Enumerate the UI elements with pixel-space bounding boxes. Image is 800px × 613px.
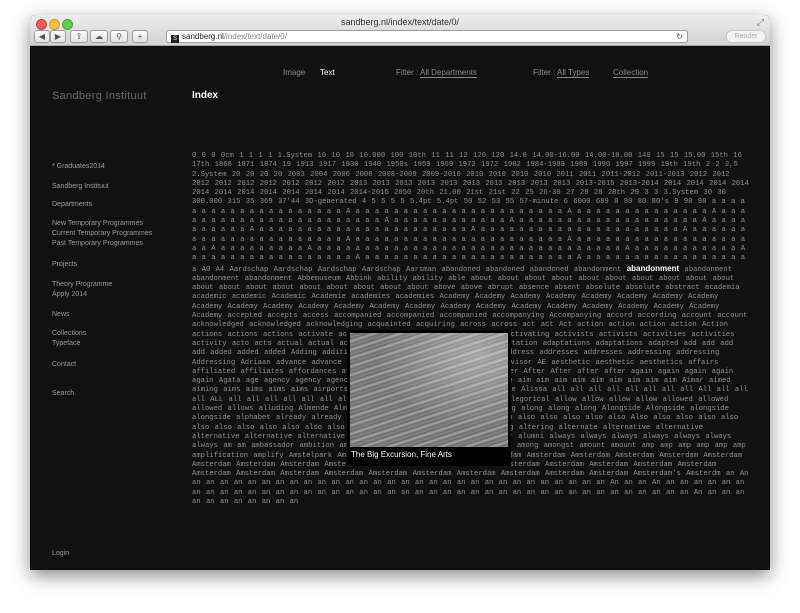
department-filter-label: Filter : (396, 68, 421, 77)
back-button[interactable]: ◀ (34, 30, 50, 43)
browser-toolbar: ◀ ▶ ⇪ ☁ ⚲ + Ssandberg.nl/index/text/date… (34, 30, 766, 43)
highlighted-word[interactable]: abandonment (627, 264, 679, 273)
sidebar-item-graduates[interactable]: * Graduates2014 (52, 163, 105, 170)
department-filter[interactable]: Filter : All Departments (396, 68, 477, 78)
window-title: sandberg.nl/index/text/date/0/ (340, 17, 460, 27)
site-favicon-icon: S (171, 35, 179, 43)
page-content: Image Text Filter : All Departments Filt… (30, 46, 770, 570)
hover-preview[interactable]: The Big Excursion, Fine Arts (347, 330, 511, 466)
address-bar[interactable]: Ssandberg.nl/index/text/date/0/ ↻ (166, 30, 688, 43)
sidebar-item-collections[interactable]: Collections (52, 330, 86, 337)
type-filter-value[interactable]: All Types (557, 68, 590, 78)
fullscreen-icon[interactable]: ⤢ (757, 17, 764, 28)
bookmark-tool-button[interactable]: ⚲ (110, 30, 128, 43)
view-text-link[interactable]: Text (320, 68, 335, 77)
sidebar-item-news[interactable]: News (52, 311, 70, 318)
sidebar-item-apply[interactable]: Apply 2014 (52, 291, 87, 298)
reader-button[interactable]: Reader (726, 30, 766, 43)
word-list-before[interactable]: 0 0 0 0cm 1 1 1 1 1.System 10 10 10 10.0… (192, 152, 749, 274)
forward-button[interactable]: ▶ (50, 30, 66, 43)
sidebar-item-past-temporary[interactable]: Past Temporary Programmes (52, 240, 143, 247)
preview-image[interactable] (350, 333, 508, 447)
sidebar-item-contact[interactable]: Contact (52, 361, 76, 368)
share-button[interactable]: ⇪ (70, 30, 88, 43)
top-navigation: Image Text Filter : All Departments Filt… (30, 68, 770, 82)
sidebar-item-theory[interactable]: Theory Programme (52, 281, 112, 288)
page-title: Index (192, 90, 219, 101)
reload-icon[interactable]: ↻ (676, 31, 683, 42)
sidebar-item-search[interactable]: Search (52, 390, 74, 397)
preview-caption: The Big Excursion, Fine Arts (351, 450, 452, 459)
department-filter-value[interactable]: All Departments (420, 68, 477, 78)
sidebar-item-current-temporary[interactable]: Current Temporary Programmes (52, 230, 152, 237)
site-logo[interactable]: Sandberg Instituut (52, 90, 147, 102)
sidebar-item-typeface[interactable]: Typeface (52, 340, 80, 347)
sidebar-item-new-temporary[interactable]: New Temporary Programmes (52, 220, 143, 227)
type-filter[interactable]: Filter : All Types (533, 68, 590, 78)
icloud-button[interactable]: ☁ (90, 30, 108, 43)
view-image-link[interactable]: Image (283, 68, 305, 77)
url-path: /index/text/date/0/ (223, 32, 287, 41)
browser-titlebar: sandberg.nl/index/text/date/0/ ⤢ ◀ ▶ ⇪ ☁… (30, 15, 770, 46)
browser-window: sandberg.nl/index/text/date/0/ ⤢ ◀ ▶ ⇪ ☁… (30, 15, 770, 570)
sidebar-item-projects[interactable]: Projects (52, 261, 77, 268)
url-domain: sandberg.nl (182, 32, 224, 41)
collection-link[interactable]: Collection (613, 68, 649, 78)
sidebar-item-login[interactable]: Login (52, 550, 69, 557)
sidebar-item-departments[interactable]: Departments (52, 201, 92, 208)
sidebar-item-institute[interactable]: Sandberg Instituut (52, 183, 109, 190)
new-tab-button[interactable]: + (132, 30, 148, 43)
type-filter-label: Filter : (533, 68, 558, 77)
